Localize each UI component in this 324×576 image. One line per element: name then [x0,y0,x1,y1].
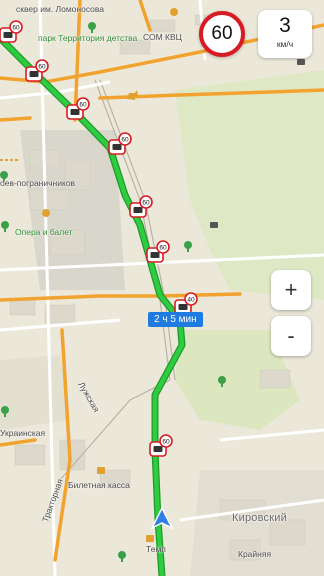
camera-speed-limit: 60 [159,245,167,252]
district-label-kirovsky: Кировский [232,512,287,524]
camera-speed-limit: 60 [38,64,46,71]
bag-icon [97,467,105,474]
street-label-pogranichnikov: оев-пограничников [0,178,76,188]
speed-limit-sign: 60 [199,11,245,57]
camera-icon [150,252,160,258]
camera-speed-limit: 40 [187,297,195,304]
camera-icon [153,446,163,452]
camera-speed-limit: 60 [12,25,20,32]
poi-label-opera: Опера и балет [15,227,73,237]
current-speed-unit: км/ч [276,39,294,49]
camera-icon [112,144,122,150]
current-speed-value: 3 [279,14,291,37]
camera-speed-limit: 60 [142,200,150,207]
theater-icon [42,209,50,217]
route-duration-label: 2 ч 5 мин [148,312,203,327]
poi-label-bilet: Билетная касса [68,480,130,490]
poi-label-temp: Темп [146,544,166,554]
park-label-detstva: парк Территория детства [38,33,138,43]
current-speed-panel: 3 км/ч [258,10,312,58]
zoom-in-button[interactable]: + [271,270,311,310]
tree-icon [170,8,178,16]
camera-speed-limit: 60 [79,102,87,109]
street-label-krainyaya: Крайняя [238,549,272,559]
speed-limit-value: 60 [211,23,233,44]
camera-speed-limit: 60 [121,137,129,144]
bag-icon [146,535,154,542]
camera-icon [70,109,80,115]
camera-icon [297,59,305,65]
zoom-out-button[interactable]: - [271,316,311,356]
street-label-lomonosov: сквер им. Ломоносова [16,4,105,14]
camera-icon [210,222,218,228]
camera-icon [3,32,13,38]
camera-speed-limit: 60 [162,439,170,446]
camera-icon [133,207,143,213]
poi-label-som: СОМ КВЦ [143,32,182,42]
street-label-ukrainskaya: Украинская [0,428,46,438]
camera-icon [29,71,39,77]
camera-icon [178,304,188,310]
